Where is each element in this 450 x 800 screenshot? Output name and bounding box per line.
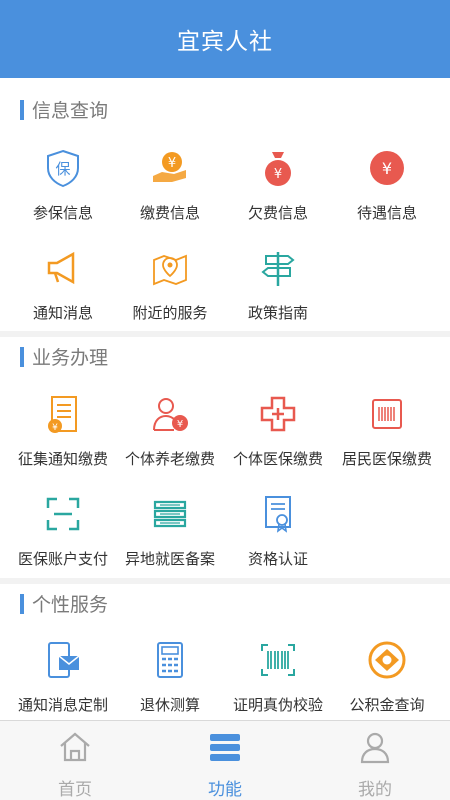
- tile-label: 待遇信息: [356, 204, 417, 222]
- svg-text:¥: ¥: [168, 156, 176, 171]
- tile-label: 医保账户支付: [17, 550, 108, 568]
- tile-insurance-info[interactable]: 保 参保信息: [7, 142, 119, 238]
- tile-certificate-verification[interactable]: 证明真伪校验: [222, 634, 334, 730]
- section-title-label: 业务办理: [32, 347, 109, 369]
- section-divider: [0, 331, 450, 337]
- user-icon: [357, 729, 393, 765]
- section-title-label: 个性服务: [32, 594, 109, 616]
- tile-label: 异地就医备案: [124, 550, 215, 568]
- tile-label: 欠费信息: [247, 204, 308, 222]
- yuan-circle-icon: ¥: [365, 146, 409, 190]
- megaphone-icon: [41, 246, 85, 290]
- tile-benefit-info[interactable]: ¥ 待遇信息: [331, 142, 443, 238]
- tile-label: 缴费信息: [139, 204, 200, 222]
- tile-label: 资格认证: [247, 550, 308, 568]
- tab-label: 我的: [358, 780, 392, 800]
- svg-text:¥: ¥: [177, 419, 183, 430]
- tile-notification-customization[interactable]: 通知消息定制: [7, 634, 119, 730]
- tile-label: 通知消息定制: [17, 696, 108, 714]
- app-header: 宜宾人社: [0, 0, 450, 78]
- tile-collection-notice-payment[interactable]: ¥ 征集通知缴费: [7, 388, 119, 484]
- tab-mine[interactable]: 我的: [300, 721, 450, 800]
- tile-qualification-certification[interactable]: 资格认证: [222, 488, 334, 584]
- tile-label: 通知消息: [32, 304, 93, 322]
- tile-arrears-info[interactable]: ¥ 欠费信息: [222, 142, 334, 238]
- phone-envelope-icon: [41, 638, 85, 682]
- home-icon: [57, 729, 93, 765]
- svg-text:¥: ¥: [52, 423, 58, 433]
- section-divider: [0, 578, 450, 584]
- tab-home[interactable]: 首页: [0, 721, 150, 800]
- tile-provident-fund-query[interactable]: 公积金查询: [331, 634, 443, 730]
- page-title: 宜宾人社: [177, 29, 273, 55]
- tile-label: 附近的服务: [132, 304, 208, 322]
- scan-frame-icon: [41, 492, 85, 536]
- tile-retirement-calculation[interactable]: 退休测算: [114, 634, 226, 730]
- hand-yuan-icon: ¥: [148, 146, 192, 190]
- tile-label: 政策指南: [247, 304, 308, 322]
- tile-remote-medical-filing[interactable]: 异地就医备案: [114, 488, 226, 584]
- tile-label: 个体医保缴费: [232, 450, 323, 468]
- svg-text:¥: ¥: [382, 159, 392, 178]
- tile-resident-medical-payment[interactable]: 居民医保缴费: [331, 388, 443, 484]
- menu-stack-icon: [207, 729, 243, 765]
- document-yuan-icon: ¥: [41, 392, 85, 436]
- tab-label: 功能: [208, 780, 242, 800]
- tile-label: 征集通知缴费: [17, 450, 108, 468]
- section-marker: [20, 593, 24, 614]
- barcode-scan-icon: [256, 638, 300, 682]
- section-title-business: 业务办理: [20, 343, 108, 370]
- person-yuan-icon: ¥: [148, 392, 192, 436]
- tile-individual-medical-payment[interactable]: 个体医保缴费: [222, 388, 334, 484]
- card-barcode-icon: [365, 392, 409, 436]
- tile-label: 个体养老缴费: [124, 450, 215, 468]
- section-title-info-query: 信息查询: [20, 96, 108, 123]
- tile-label: 居民医保缴费: [341, 450, 432, 468]
- bottom-tab-bar: 首页 功能 我的: [0, 720, 450, 800]
- coin-icon: [365, 638, 409, 682]
- svg-text:保: 保: [55, 160, 70, 178]
- tile-label: 公积金查询: [349, 696, 425, 714]
- medical-cross-icon: [256, 392, 300, 436]
- insurance-shield-icon: 保: [41, 146, 85, 190]
- section-marker: [20, 99, 24, 120]
- stacked-books-icon: [148, 492, 192, 536]
- tile-medical-account-payment[interactable]: 医保账户支付: [7, 488, 119, 584]
- tab-functions[interactable]: 功能: [150, 721, 300, 800]
- section-marker: [20, 346, 24, 367]
- tile-nearby-services[interactable]: 附近的服务: [114, 242, 226, 338]
- section-title-label: 信息查询: [32, 100, 109, 122]
- certificate-icon: [256, 492, 300, 536]
- map-pin-icon: [148, 246, 192, 290]
- tile-label: 退休测算: [139, 696, 200, 714]
- svg-text:¥: ¥: [274, 167, 282, 182]
- tile-notifications[interactable]: 通知消息: [7, 242, 119, 338]
- signpost-icon: [256, 246, 300, 290]
- section-title-personal: 个性服务: [20, 590, 108, 617]
- tile-policy-guide[interactable]: 政策指南: [222, 242, 334, 338]
- tab-label: 首页: [58, 780, 92, 800]
- money-bag-icon: ¥: [256, 146, 300, 190]
- calculator-icon: [148, 638, 192, 682]
- tile-label: 参保信息: [32, 204, 93, 222]
- tile-individual-pension-payment[interactable]: ¥ 个体养老缴费: [114, 388, 226, 484]
- tile-payment-info[interactable]: ¥ 缴费信息: [114, 142, 226, 238]
- tile-label: 证明真伪校验: [232, 696, 323, 714]
